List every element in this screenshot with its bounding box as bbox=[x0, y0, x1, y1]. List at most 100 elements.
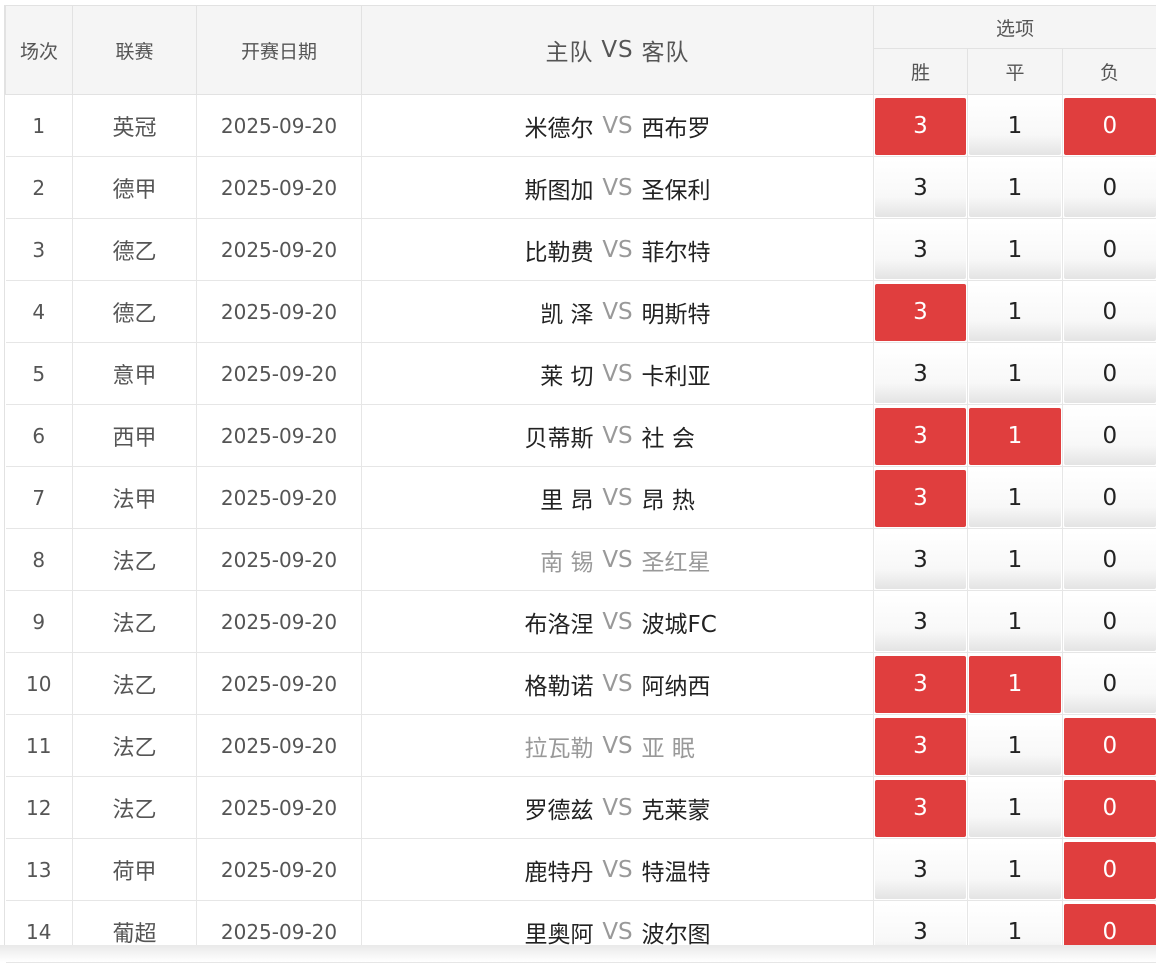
lose-option-button[interactable]: 0 bbox=[1064, 780, 1156, 837]
lose-option-button[interactable]: 0 bbox=[1064, 718, 1156, 775]
lose-option-cell: 0 bbox=[1063, 839, 1156, 901]
header-lose: 负 bbox=[1063, 49, 1156, 95]
row-league: 法甲 bbox=[73, 467, 197, 529]
win-option-button[interactable]: 3 bbox=[875, 346, 966, 403]
win-option-cell: 3 bbox=[874, 653, 968, 715]
vs-label: VS bbox=[594, 671, 642, 697]
win-option-button[interactable]: 3 bbox=[875, 284, 966, 341]
home-team: 格勒诺 bbox=[362, 667, 594, 701]
lose-option-cell: 0 bbox=[1063, 529, 1156, 591]
home-team: 贝蒂斯 bbox=[362, 419, 594, 453]
draw-option-button[interactable]: 1 bbox=[969, 656, 1061, 713]
row-match: 罗德兹VS克莱蒙 bbox=[362, 777, 874, 839]
table-row: 12法乙2025-09-20罗德兹VS克莱蒙310 bbox=[6, 777, 1156, 839]
win-option-button[interactable]: 3 bbox=[875, 160, 966, 217]
table-row: 6西甲2025-09-20贝蒂斯VS社 会310 bbox=[6, 405, 1156, 467]
header-options: 选项 bbox=[874, 6, 1156, 49]
row-match: 斯图加VS圣保利 bbox=[362, 157, 874, 219]
row-no: 3 bbox=[6, 219, 73, 281]
lose-option-button[interactable]: 0 bbox=[1064, 222, 1156, 279]
table-body: 1英冠2025-09-20米德尔VS西布罗3102德甲2025-09-20斯图加… bbox=[6, 95, 1156, 963]
win-option-button[interactable]: 3 bbox=[875, 718, 966, 775]
header-home: 主队 bbox=[362, 33, 594, 67]
lose-option-button[interactable]: 0 bbox=[1064, 160, 1156, 217]
row-league: 德乙 bbox=[73, 219, 197, 281]
lose-option-button[interactable]: 0 bbox=[1064, 470, 1156, 527]
lose-option-button[interactable]: 0 bbox=[1064, 408, 1156, 465]
draw-option-button[interactable]: 1 bbox=[969, 718, 1061, 775]
draw-option-button[interactable]: 1 bbox=[969, 594, 1061, 651]
lose-option-button[interactable]: 0 bbox=[1064, 842, 1156, 899]
lose-option-cell: 0 bbox=[1063, 591, 1156, 653]
row-match: 贝蒂斯VS社 会 bbox=[362, 405, 874, 467]
draw-option-button[interactable]: 1 bbox=[969, 780, 1061, 837]
vs-label: VS bbox=[594, 237, 642, 263]
lose-option-button[interactable]: 0 bbox=[1064, 284, 1156, 341]
draw-option-cell: 1 bbox=[968, 715, 1063, 777]
win-option-cell: 3 bbox=[874, 777, 968, 839]
row-league: 法乙 bbox=[73, 653, 197, 715]
vs-label: VS bbox=[594, 609, 642, 635]
row-no: 12 bbox=[6, 777, 73, 839]
header-win: 胜 bbox=[874, 49, 968, 95]
vs-label: VS bbox=[594, 423, 642, 449]
draw-option-button[interactable]: 1 bbox=[969, 470, 1061, 527]
vs-label: VS bbox=[594, 919, 642, 945]
win-option-cell: 3 bbox=[874, 529, 968, 591]
draw-option-button[interactable]: 1 bbox=[969, 98, 1061, 155]
win-option-button[interactable]: 3 bbox=[875, 842, 966, 899]
home-team: 里 昂 bbox=[362, 481, 594, 515]
draw-option-cell: 1 bbox=[968, 653, 1063, 715]
draw-option-cell: 1 bbox=[968, 467, 1063, 529]
table-row: 8法乙2025-09-20南 锡VS圣红星310 bbox=[6, 529, 1156, 591]
lose-option-cell: 0 bbox=[1063, 157, 1156, 219]
vs-label: VS bbox=[594, 361, 642, 387]
vs-label: VS bbox=[594, 175, 642, 201]
away-team: 卡利亚 bbox=[642, 357, 874, 391]
win-option-button[interactable]: 3 bbox=[875, 656, 966, 713]
draw-option-button[interactable]: 1 bbox=[969, 408, 1061, 465]
win-option-button[interactable]: 3 bbox=[875, 98, 966, 155]
lose-option-button[interactable]: 0 bbox=[1064, 656, 1156, 713]
vs-label: VS bbox=[594, 857, 642, 883]
win-option-cell: 3 bbox=[874, 591, 968, 653]
away-team: 阿纳西 bbox=[642, 667, 874, 701]
draw-option-button[interactable]: 1 bbox=[969, 346, 1061, 403]
win-option-button[interactable]: 3 bbox=[875, 594, 966, 651]
win-option-button[interactable]: 3 bbox=[875, 222, 966, 279]
away-team: 西布罗 bbox=[642, 109, 874, 143]
draw-option-cell: 1 bbox=[968, 157, 1063, 219]
lose-option-button[interactable]: 0 bbox=[1064, 594, 1156, 651]
header-league: 联赛 bbox=[73, 6, 197, 95]
match-table-container: 场次 联赛 开赛日期 主队 VS 客队 选项 胜 平 负 1英冠2025-09-… bbox=[5, 5, 1156, 945]
lose-option-button[interactable]: 0 bbox=[1064, 346, 1156, 403]
row-league: 德乙 bbox=[73, 281, 197, 343]
table-row: 9法乙2025-09-20布洛涅VS波城FC310 bbox=[6, 591, 1156, 653]
table-row: 11法乙2025-09-20拉瓦勒VS亚 眠310 bbox=[6, 715, 1156, 777]
draw-option-button[interactable]: 1 bbox=[969, 284, 1061, 341]
lose-option-button[interactable]: 0 bbox=[1064, 98, 1156, 155]
win-option-cell: 3 bbox=[874, 715, 968, 777]
win-option-button[interactable]: 3 bbox=[875, 408, 966, 465]
row-date: 2025-09-20 bbox=[197, 157, 362, 219]
draw-option-button[interactable]: 1 bbox=[969, 842, 1061, 899]
draw-option-button[interactable]: 1 bbox=[969, 222, 1061, 279]
lose-option-cell: 0 bbox=[1063, 281, 1156, 343]
row-league: 英冠 bbox=[73, 95, 197, 157]
win-option-button[interactable]: 3 bbox=[875, 532, 966, 589]
vs-label: VS bbox=[594, 795, 642, 821]
bottom-shadow bbox=[0, 945, 1156, 962]
row-match: 米德尔VS西布罗 bbox=[362, 95, 874, 157]
draw-option-cell: 1 bbox=[968, 529, 1063, 591]
win-option-button[interactable]: 3 bbox=[875, 780, 966, 837]
draw-option-button[interactable]: 1 bbox=[969, 160, 1061, 217]
draw-option-button[interactable]: 1 bbox=[969, 532, 1061, 589]
row-no: 2 bbox=[6, 157, 73, 219]
home-team: 拉瓦勒 bbox=[362, 729, 594, 763]
lose-option-button[interactable]: 0 bbox=[1064, 532, 1156, 589]
win-option-button[interactable]: 3 bbox=[875, 470, 966, 527]
draw-option-cell: 1 bbox=[968, 591, 1063, 653]
win-option-cell: 3 bbox=[874, 839, 968, 901]
home-team: 凯 泽 bbox=[362, 295, 594, 329]
match-table: 场次 联赛 开赛日期 主队 VS 客队 选项 胜 平 负 1英冠2025-09-… bbox=[5, 5, 1156, 963]
